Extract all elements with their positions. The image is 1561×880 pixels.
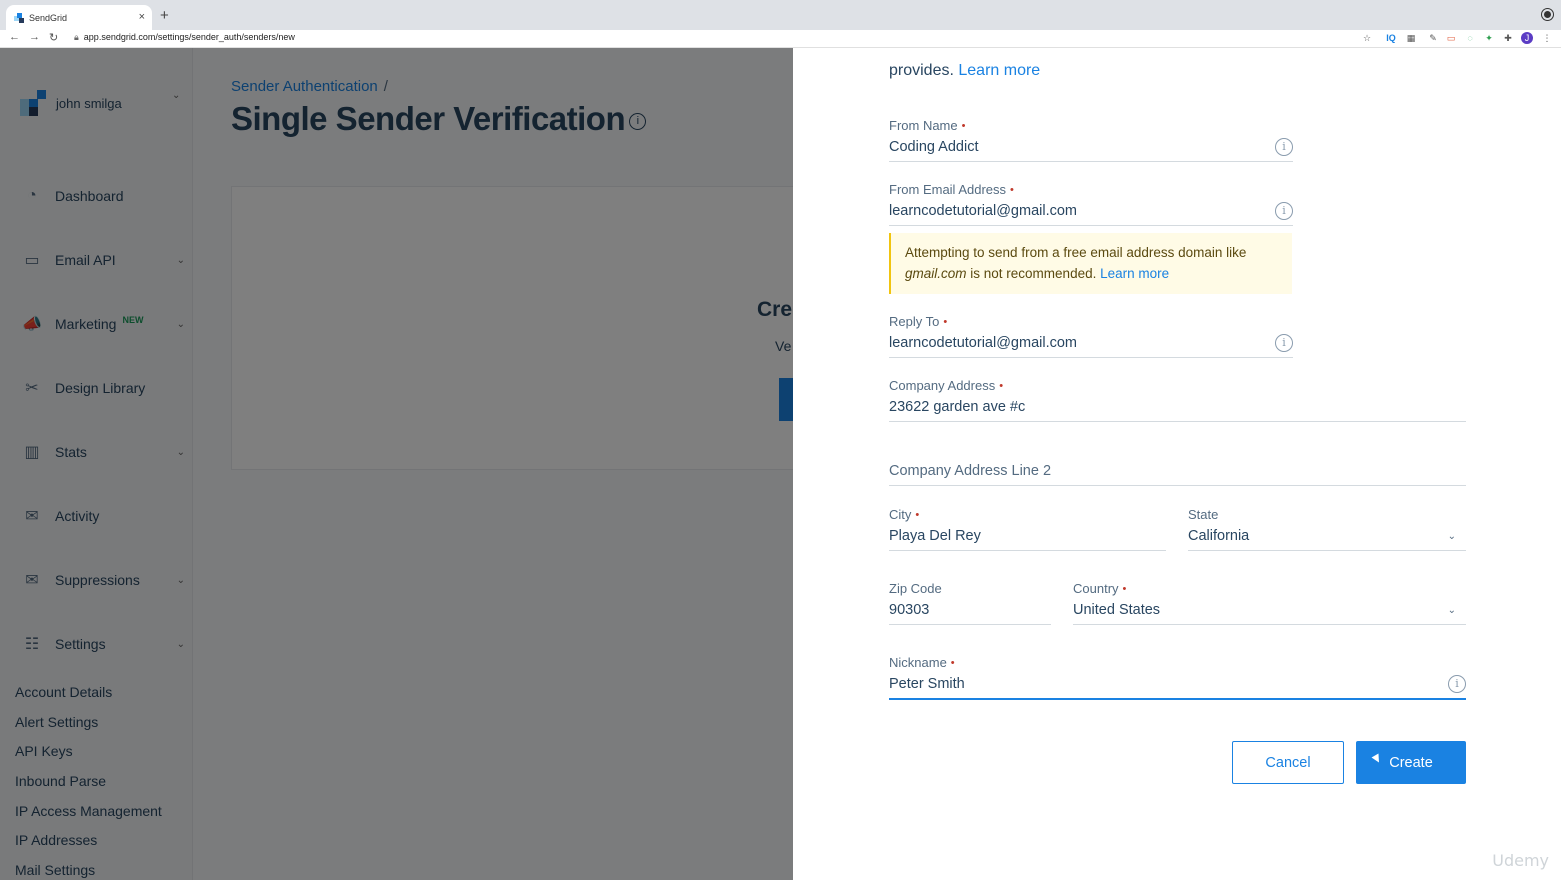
grid-extension-icon[interactable]: ▦ xyxy=(1405,32,1417,44)
company-address-field[interactable]: Company Address • 23622 garden ave #c xyxy=(889,378,1466,422)
puzzle-extension-icon[interactable]: ✚ xyxy=(1502,32,1514,44)
warning-text-after: is not recommended. xyxy=(970,266,1097,281)
required-marker: • xyxy=(999,380,1004,392)
udemy-watermark: Udemy xyxy=(1492,851,1549,870)
url-field[interactable]: 🔒︎ app.sendgrid.com/settings/sender_auth/… xyxy=(74,32,295,43)
warning-learn-more-link[interactable]: Learn more xyxy=(1100,266,1169,281)
reply-to-field[interactable]: Reply To • learncodetutorial@gmail.com i xyxy=(889,314,1293,358)
new-tab-icon[interactable]: + xyxy=(160,7,169,24)
nickname-input[interactable]: Peter Smith xyxy=(889,676,965,692)
required-marker: • xyxy=(1010,184,1014,196)
company-address-input[interactable]: 23622 garden ave #c xyxy=(889,399,1025,415)
forward-arrow-icon[interactable]: → xyxy=(29,31,40,43)
bookmark-star-icon[interactable]: ☆ xyxy=(1361,32,1373,44)
address-bar: ← → ↻ 🔒︎ app.sendgrid.com/settings/sender… xyxy=(0,30,1561,48)
state-select[interactable]: State California ⌄ xyxy=(1188,507,1466,551)
reply-to-label: Reply To xyxy=(889,314,940,329)
from-email-label: From Email Address xyxy=(889,182,1007,197)
browser-kebab-icon[interactable]: ⋮ xyxy=(1541,32,1553,44)
nickname-label: Nickname xyxy=(889,655,947,670)
city-field[interactable]: City • Playa Del Rey xyxy=(889,507,1166,551)
sendgrid-favicon-icon xyxy=(14,12,24,23)
required-marker: • xyxy=(961,120,966,132)
city-label: City xyxy=(889,507,912,522)
browser-tab-title: SendGrid xyxy=(29,12,68,23)
calendar-extension-icon[interactable]: ▭ xyxy=(1445,32,1457,44)
intro-text-body: provides. xyxy=(889,62,954,79)
pen-extension-icon[interactable]: ✎ xyxy=(1427,32,1439,44)
create-sender-drawer: provides. Learn more From Name • Coding A… xyxy=(793,48,1561,880)
warning-text: Attempting to send from a free email add… xyxy=(905,245,1247,260)
nickname-field[interactable]: Nickname • Peter Smith i xyxy=(889,655,1466,700)
field-label: Country • xyxy=(1073,581,1126,596)
intro-text: provides. Learn more xyxy=(889,62,1040,80)
chevron-down-icon[interactable]: ⌄ xyxy=(1448,605,1456,616)
info-icon[interactable]: i xyxy=(1275,334,1293,352)
reload-icon[interactable]: ↻ xyxy=(49,31,58,44)
modal-backdrop[interactable] xyxy=(0,48,793,880)
field-label: City • xyxy=(889,507,919,522)
browser-tab-bar: SendGrid × + xyxy=(0,0,1561,30)
required-marker: • xyxy=(943,316,948,328)
info-icon[interactable]: i xyxy=(1275,202,1293,220)
lock-icon: 🔒︎ xyxy=(74,32,79,42)
reply-to-input[interactable]: learncodetutorial@gmail.com xyxy=(889,335,1077,351)
from-email-input[interactable]: learncodetutorial@gmail.com xyxy=(889,203,1077,219)
company-address-2-placeholder[interactable]: Company Address Line 2 xyxy=(889,463,1051,479)
tab-close-icon[interactable]: × xyxy=(139,11,145,23)
info-icon[interactable]: i xyxy=(1275,138,1293,156)
profile-avatar[interactable]: J xyxy=(1521,32,1533,44)
required-marker: • xyxy=(915,509,920,521)
company-address-label: Company Address xyxy=(889,378,996,393)
company-address-2-field[interactable]: Company Address Line 2 xyxy=(889,442,1466,486)
sendgrid-app: john smilga ⌄ ◔ Dashboard ▭ Email API ⌄ … xyxy=(0,48,793,880)
field-label: Company Address • xyxy=(889,378,1003,393)
from-email-field[interactable]: From Email Address • learncodetutorial@gm… xyxy=(889,182,1293,226)
warning-domain: gmail.com xyxy=(905,266,967,281)
state-value[interactable]: California xyxy=(1188,528,1249,544)
cancel-button[interactable]: Cancel xyxy=(1232,741,1344,784)
free-domain-warning: Attempting to send from a free email add… xyxy=(889,233,1292,294)
field-label: From Email Address • xyxy=(889,182,1014,197)
chevron-down-icon[interactable]: ⌄ xyxy=(1448,531,1456,542)
browser-menu-icon[interactable] xyxy=(1542,9,1553,20)
spark-extension-icon[interactable]: ✦ xyxy=(1483,32,1495,44)
back-arrow-icon[interactable]: ← xyxy=(9,31,20,43)
country-value[interactable]: United States xyxy=(1073,602,1160,618)
from-name-field[interactable]: From Name • Coding Addict i xyxy=(889,118,1293,162)
from-name-label: From Name xyxy=(889,118,958,133)
required-marker: • xyxy=(1122,583,1127,595)
zip-code-label: Zip Code xyxy=(889,581,942,596)
create-button[interactable]: Create xyxy=(1356,741,1466,784)
learn-more-link[interactable]: Learn more xyxy=(958,62,1040,79)
from-name-input[interactable]: Coding Addict xyxy=(889,139,978,155)
state-label: State xyxy=(1188,507,1219,522)
iq-extension-icon[interactable]: IQ xyxy=(1385,32,1397,44)
field-label: Nickname • xyxy=(889,655,955,670)
circle-extension-icon[interactable]: ◌ xyxy=(1464,32,1476,44)
browser-tab[interactable]: SendGrid × xyxy=(6,5,152,30)
city-input[interactable]: Playa Del Rey xyxy=(889,528,981,544)
field-label: From Name • xyxy=(889,118,965,133)
required-marker: • xyxy=(950,657,955,669)
country-select[interactable]: Country • United States ⌄ xyxy=(1073,581,1466,625)
info-icon[interactable]: i xyxy=(1448,675,1466,693)
zip-code-field[interactable]: Zip Code 90303 xyxy=(889,581,1051,625)
zip-code-input[interactable]: 90303 xyxy=(889,602,929,618)
country-label: Country xyxy=(1073,581,1119,596)
field-label: Reply To • xyxy=(889,314,947,329)
url-text: app.sendgrid.com/settings/sender_auth/se… xyxy=(83,32,295,42)
